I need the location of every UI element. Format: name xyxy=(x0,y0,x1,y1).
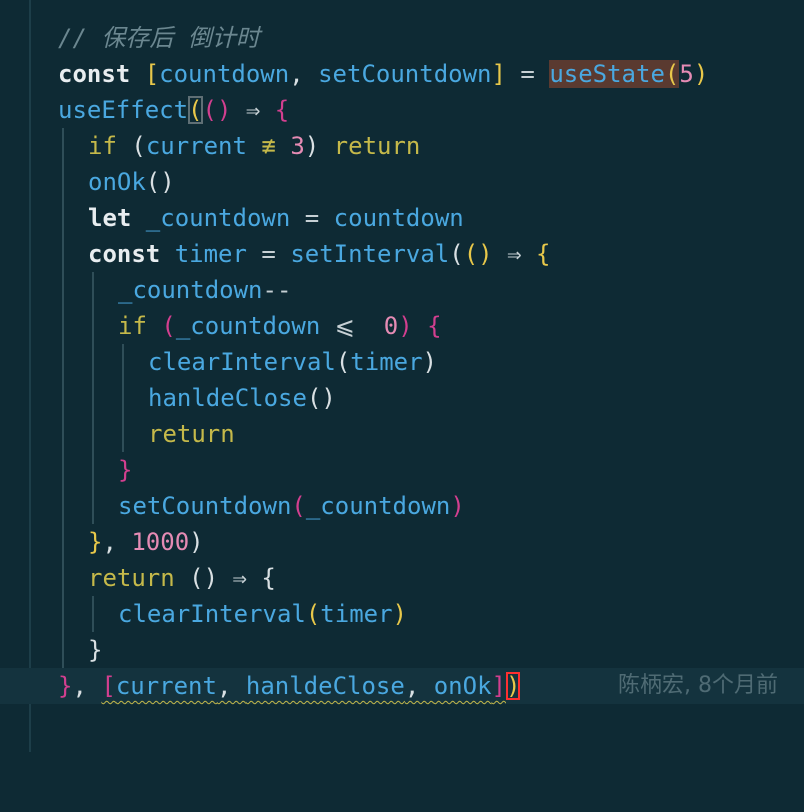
bracket: { xyxy=(261,564,276,592)
bracket: } xyxy=(88,636,103,664)
code-editor[interactable]: // 保存后 倒计时 const [countdown, setCountdow… xyxy=(0,0,804,752)
code-line-14[interactable]: setCountdown(_countdown) xyxy=(0,488,804,524)
bracket: { xyxy=(412,312,442,340)
code-line-19-current[interactable]: }, [current, hanldeClose, onOk]) 陈柄宏, 8个… xyxy=(0,668,804,704)
indent-guide xyxy=(92,452,94,488)
identifier: timer xyxy=(320,600,393,628)
identifier: _countdown xyxy=(118,276,263,304)
dependency-array-warning[interactable]: [current, hanldeClose, onOk] xyxy=(101,672,506,700)
function-call: clearInterval xyxy=(118,600,306,628)
bracket: } xyxy=(58,672,73,700)
matched-bracket: ( xyxy=(188,96,203,124)
code-line-5[interactable]: onOk() xyxy=(0,164,804,200)
code-line-9[interactable]: if (_countdown ⩽ 0) { xyxy=(0,308,804,344)
operator-not-equal: ≢ xyxy=(246,132,291,160)
indent-guide xyxy=(62,272,64,308)
number-literal: 5 xyxy=(679,60,694,88)
code-line-17[interactable]: clearInterval(timer) xyxy=(0,596,804,632)
identifier: _countdown xyxy=(175,312,321,340)
code-line-13[interactable]: } xyxy=(0,452,804,488)
indent-guide xyxy=(122,380,124,416)
keyword-const: const xyxy=(58,60,131,88)
matched-bracket-cursor: ) xyxy=(505,672,521,700)
code-line-7[interactable]: const timer = setInterval(() ⇒ { xyxy=(0,236,804,272)
indent-guide xyxy=(62,560,64,596)
bracket: ] xyxy=(491,60,506,88)
function-call: setCountdown xyxy=(118,492,292,520)
indent-guide xyxy=(62,344,64,380)
code-line-16[interactable]: return () ⇒ { xyxy=(0,560,804,596)
indent-guide xyxy=(62,452,64,488)
keyword-if: if xyxy=(88,132,117,160)
indent-guide xyxy=(92,272,94,308)
indent-guide xyxy=(62,488,64,524)
indent-guide xyxy=(62,632,64,668)
indent-guide xyxy=(62,596,64,632)
bracket: [ xyxy=(144,60,160,88)
code-line-11[interactable]: hanldeClose() xyxy=(0,380,804,416)
keyword-const: const xyxy=(88,240,161,268)
identifier: timer xyxy=(350,348,423,376)
indent-guide xyxy=(62,164,64,200)
keyword-let: let xyxy=(88,204,132,232)
identifier: hanldeClose xyxy=(245,672,405,700)
identifier: _countdown xyxy=(305,492,451,520)
code-line-15[interactable]: }, 1000) xyxy=(0,524,804,560)
number-literal: 3 xyxy=(290,132,305,160)
indent-guide xyxy=(92,596,94,632)
keyword-return: return xyxy=(88,564,175,592)
bracket: ) xyxy=(693,60,709,88)
indent-guide xyxy=(122,344,124,380)
function-call: setInterval xyxy=(290,240,450,268)
indent-guide xyxy=(92,416,94,452)
bracket: ( xyxy=(664,60,680,88)
indent-guide xyxy=(92,380,94,416)
code-line-6[interactable]: let _countdown = countdown xyxy=(0,200,804,236)
indent-guide xyxy=(62,524,64,560)
identifier: timer xyxy=(160,240,247,268)
identifier: countdown xyxy=(333,204,464,232)
indent-guide xyxy=(62,236,64,272)
keyword-if: if xyxy=(118,312,147,340)
git-blame-annotation: 陈柄宏, 8个月前 xyxy=(618,673,778,698)
function-call: onOk xyxy=(88,168,146,196)
identifier: setCountdown xyxy=(318,60,492,88)
number-literal: 1000 xyxy=(131,528,190,556)
indent-guide xyxy=(62,128,64,164)
function-call: clearInterval xyxy=(148,348,336,376)
number-literal: 0 xyxy=(369,312,399,340)
bracket: } xyxy=(88,528,103,556)
identifier: onOk xyxy=(433,672,492,700)
bracket: } xyxy=(118,456,133,484)
comment: // 保存后 倒计时 xyxy=(58,24,260,52)
keyword-return: return xyxy=(319,132,421,160)
indent-guide xyxy=(62,416,64,452)
code-line-2[interactable]: const [countdown, setCountdown] = useSta… xyxy=(0,56,804,92)
code-line-12[interactable]: return xyxy=(0,416,804,452)
code-line-4[interactable]: if (current ≢ 3) return xyxy=(0,128,804,164)
bracket: { xyxy=(535,240,551,268)
indent-guide xyxy=(122,416,124,452)
indent-guide xyxy=(62,380,64,416)
indent-guide xyxy=(62,200,64,236)
code-line-10[interactable]: clearInterval(timer) xyxy=(0,344,804,380)
code-line-1[interactable]: // 保存后 倒计时 xyxy=(0,20,804,56)
identifier: _countdown xyxy=(131,204,291,232)
bracket: { xyxy=(274,96,290,124)
identifier: current xyxy=(115,672,217,700)
code-line-18[interactable]: } xyxy=(0,632,804,668)
code-area[interactable]: // 保存后 倒计时 const [countdown, setCountdow… xyxy=(0,20,804,704)
indent-guide xyxy=(92,344,94,380)
code-line-3[interactable]: useEffect(() ⇒ { xyxy=(0,92,804,128)
function-call: hanldeClose xyxy=(148,384,307,412)
indent-guide xyxy=(92,488,94,524)
function-call: useEffect xyxy=(58,96,189,124)
keyword-return: return xyxy=(148,420,235,448)
code-line-8[interactable]: _countdown-- xyxy=(0,272,804,308)
indent-guide xyxy=(62,308,64,344)
identifier: current xyxy=(145,132,247,160)
indent-guide xyxy=(92,308,94,344)
function-call-highlighted: useState xyxy=(549,60,665,88)
identifier: countdown xyxy=(159,60,290,88)
